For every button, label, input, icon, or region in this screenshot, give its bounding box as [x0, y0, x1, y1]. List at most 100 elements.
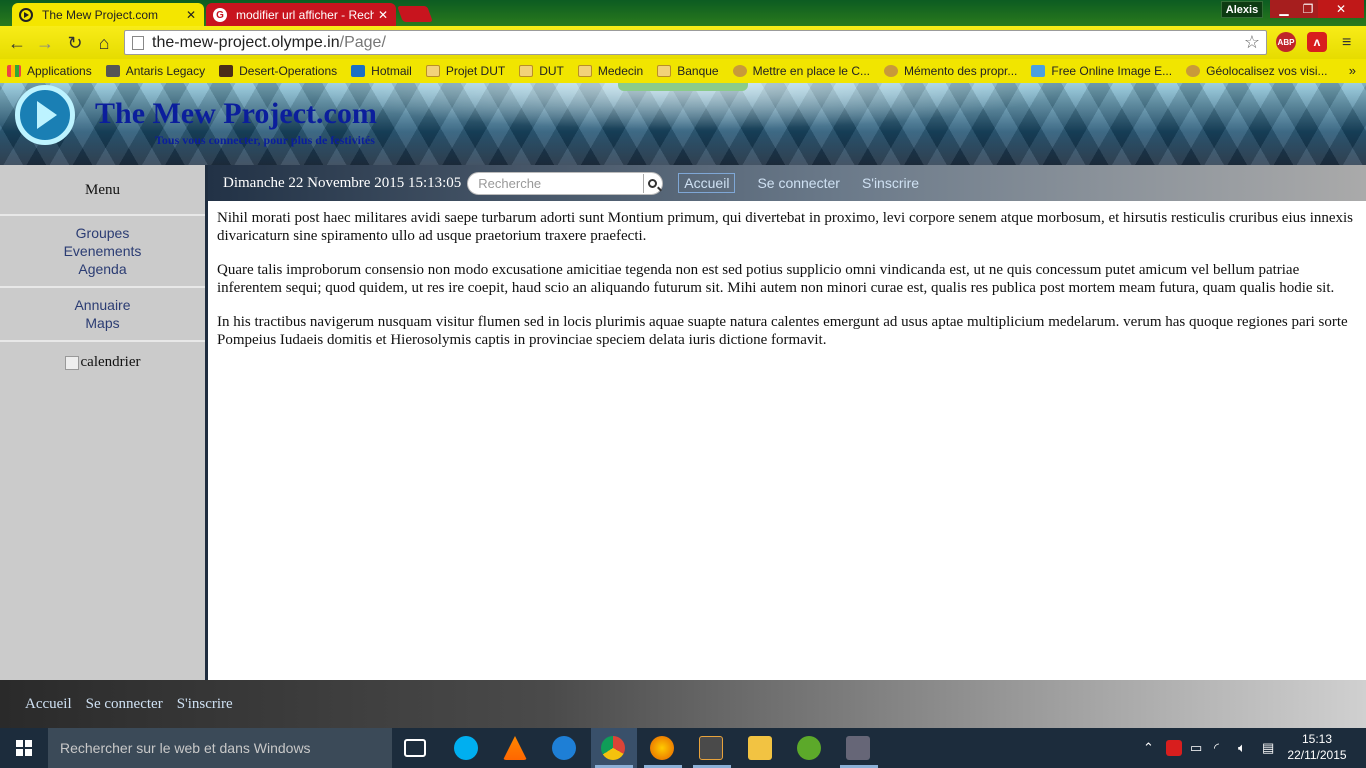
- bookmark-hotmail[interactable]: Hotmail: [344, 64, 419, 78]
- bookmark-applications[interactable]: Applications: [0, 64, 99, 78]
- footer-link-sinscrire[interactable]: S'inscrire: [177, 696, 233, 713]
- search-button[interactable]: [643, 173, 661, 193]
- tab-google-search[interactable]: G modifier url afficher - Rech ✕: [206, 3, 396, 27]
- folder-icon: [519, 65, 534, 77]
- site-navbar: Dimanche 22 Novembre 2015 15:13:05 Accue…: [208, 165, 1366, 201]
- bookmark-memento[interactable]: Mémento des propr...: [877, 64, 1024, 78]
- chrome-menu-icon[interactable]: ≡: [1342, 34, 1351, 52]
- task-view-icon[interactable]: [404, 739, 426, 757]
- folder-icon: [425, 65, 440, 77]
- content-paragraph: Quare talis improborum consensio non mod…: [217, 262, 1335, 296]
- close-icon[interactable]: ✕: [186, 8, 196, 22]
- bookmark-desert[interactable]: Desert-Operations: [212, 64, 344, 78]
- nav-link-se-connecter[interactable]: Se connecter: [757, 175, 840, 191]
- search-box: [467, 171, 664, 195]
- address-bar[interactable]: the-mew-project.olympe.in /Page/ ☆: [124, 30, 1267, 55]
- search-input[interactable]: [478, 175, 649, 191]
- file-explorer-icon[interactable]: [748, 736, 772, 760]
- user-profile-button[interactable]: Alexis: [1221, 1, 1263, 18]
- search-icon: [648, 178, 658, 188]
- site-footer: Accueil Se connecter S'inscrire: [0, 680, 1366, 728]
- avira-icon[interactable]: ᴧ: [1307, 32, 1327, 52]
- chrome-icon[interactable]: [601, 736, 625, 760]
- header-tab-decoration: [618, 83, 748, 91]
- calendar-alt-text: calendrier: [80, 354, 141, 370]
- bookmark-medecin[interactable]: Medecin: [571, 64, 650, 78]
- taskbar-clock[interactable]: 15:13 22/11/2015: [1284, 731, 1350, 763]
- close-icon[interactable]: ✕: [378, 8, 388, 22]
- play-icon: [19, 8, 33, 22]
- apps-icon: [7, 65, 21, 77]
- page-icon: [132, 35, 144, 50]
- bookmark-antaris[interactable]: Antaris Legacy: [99, 64, 212, 78]
- sidebar-item-groupes[interactable]: Groupes: [0, 224, 205, 242]
- broken-image-icon: [64, 355, 79, 370]
- battery-icon[interactable]: ▭: [1190, 728, 1202, 768]
- sidebar-group-2: Annuaire Maps: [0, 288, 205, 342]
- clock-time: 15:13: [1301, 732, 1333, 746]
- tab-mew-project[interactable]: The Mew Project.com ✕: [12, 3, 204, 27]
- site-subtitle: Tous vous connecter, pour plus de festiv…: [155, 133, 375, 147]
- edge-icon[interactable]: [552, 736, 576, 760]
- bookmark-banque[interactable]: Banque: [650, 64, 725, 78]
- play-logo-icon[interactable]: [15, 85, 75, 145]
- calendar-image: calendrier: [0, 354, 205, 371]
- gear-icon: [1186, 65, 1201, 77]
- window-close-button[interactable]: ✕: [1318, 0, 1364, 18]
- outlook-icon: [351, 65, 366, 77]
- footer-link-se-connecter[interactable]: Se connecter: [86, 696, 163, 713]
- main-content: Nihil morati post haec militares avidi s…: [208, 201, 1366, 680]
- sidebar-item-maps[interactable]: Maps: [0, 314, 205, 332]
- vlc-icon[interactable]: [503, 736, 527, 760]
- utorrent-icon[interactable]: [797, 736, 821, 760]
- nav-link-sinscrire[interactable]: S'inscrire: [862, 175, 919, 191]
- adblock-icon[interactable]: ABP: [1276, 32, 1296, 52]
- sidebar-item-annuaire[interactable]: Annuaire: [0, 296, 205, 314]
- bookmark-star-icon[interactable]: ☆: [1244, 32, 1260, 53]
- browser-titlebar: The Mew Project.com ✕ G modifier url aff…: [0, 0, 1366, 27]
- start-button[interactable]: [0, 728, 48, 768]
- volume-icon[interactable]: 🔈︎: [1238, 728, 1246, 768]
- clock-date: 22/11/2015: [1287, 748, 1347, 762]
- taskbar-search[interactable]: Rechercher sur le web et dans Windows: [48, 728, 392, 768]
- current-datetime: Dimanche 22 Novembre 2015 15:13:05: [223, 174, 462, 191]
- tab-label: The Mew Project.com: [42, 8, 159, 22]
- nav-link-accueil[interactable]: Accueil: [678, 173, 736, 193]
- folder-icon: [577, 65, 592, 77]
- avira-tray-icon[interactable]: [1166, 740, 1182, 756]
- sublime-text-icon[interactable]: [699, 736, 723, 760]
- bookmark-projet-dut[interactable]: Projet DUT: [419, 64, 512, 78]
- bookmark-mettre-en-place[interactable]: Mettre en place le C...: [726, 64, 877, 78]
- new-tab-button[interactable]: [397, 6, 433, 22]
- footer-link-accueil[interactable]: Accueil: [25, 696, 72, 713]
- forward-icon[interactable]: →: [34, 32, 56, 54]
- remote-app-icon[interactable]: [846, 736, 870, 760]
- site-header: The Mew Project.com Tous vous connecter,…: [0, 83, 1366, 165]
- windows-taskbar: Rechercher sur le web et dans Windows ⌃ …: [0, 728, 1366, 768]
- more-bookmarks-icon[interactable]: »: [1349, 63, 1356, 78]
- firefox-icon[interactable]: [650, 736, 674, 760]
- notifications-icon[interactable]: ▤: [1262, 728, 1274, 768]
- skype-icon[interactable]: [454, 736, 478, 760]
- back-icon[interactable]: ←: [6, 32, 28, 54]
- bookmark-geolocalisez[interactable]: Géolocalisez vos visi...: [1179, 64, 1334, 78]
- sidebar-group-1: Groupes Evenements Agenda: [0, 216, 205, 288]
- bookmark-free-image[interactable]: Free Online Image E...: [1024, 64, 1179, 78]
- tray-chevron-icon[interactable]: ⌃: [1143, 728, 1154, 768]
- folder-icon: [657, 65, 672, 77]
- home-icon[interactable]: ⌂: [93, 32, 115, 54]
- url-host: the-mew-project.olympe.in: [152, 33, 340, 51]
- sidebar-item-agenda[interactable]: Agenda: [0, 260, 205, 278]
- gear-icon: [732, 65, 747, 77]
- content-paragraph: In his tractibus navigerum nusquam visit…: [217, 314, 1348, 348]
- sidebar-item-evenements[interactable]: Evenements: [0, 242, 205, 260]
- content-paragraph: Nihil morati post haec militares avidi s…: [217, 210, 1354, 244]
- browser-toolbar: ← → ↻ ⌂ the-mew-project.olympe.in /Page/…: [0, 26, 1366, 59]
- gear-icon: [883, 65, 898, 77]
- desert-icon: [219, 65, 234, 77]
- bookmark-dut[interactable]: DUT: [512, 64, 571, 78]
- tab-label: modifier url afficher - Rech: [236, 8, 374, 22]
- reload-icon[interactable]: ↻: [64, 32, 86, 54]
- image-icon: [1031, 65, 1046, 77]
- wifi-icon[interactable]: ◜: [1214, 728, 1219, 768]
